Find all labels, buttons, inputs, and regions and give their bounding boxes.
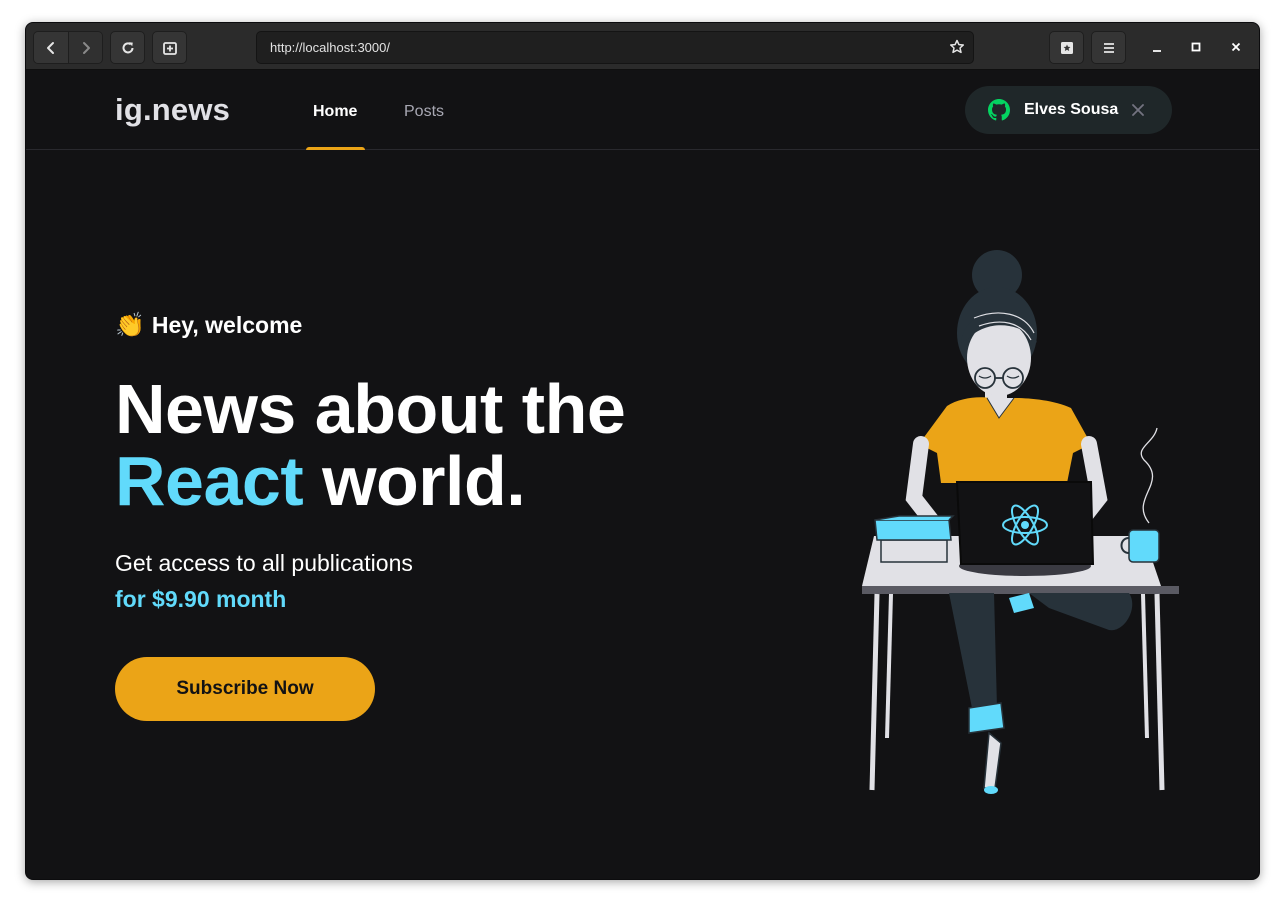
bookmarks-library-icon xyxy=(1060,41,1073,54)
close-window-button[interactable] xyxy=(1226,37,1246,57)
library-button[interactable] xyxy=(1049,31,1084,64)
hero-title-line1: News about the xyxy=(115,370,626,448)
minimize-icon xyxy=(1153,50,1161,52)
maximize-button[interactable] xyxy=(1186,37,1206,57)
browser-window: http://localhost:3000/ ig.news Home Post… xyxy=(25,22,1260,880)
nav-link-posts[interactable]: Posts xyxy=(404,103,444,121)
hero-title-rest: world. xyxy=(303,442,526,520)
user-name: Elves Sousa xyxy=(1024,101,1119,118)
active-nav-indicator xyxy=(306,147,365,150)
reload-icon xyxy=(122,41,133,53)
hero-illustration xyxy=(862,250,1179,794)
site-header: ig.news Home Posts Elves Sousa xyxy=(26,70,1259,150)
maximize-icon xyxy=(1191,42,1201,52)
hero-greeting: 👏 Hey, welcome xyxy=(115,311,302,340)
back-button[interactable] xyxy=(34,32,68,63)
close-icon[interactable] xyxy=(1131,103,1145,117)
url-text: http://localhost:3000/ xyxy=(270,40,390,55)
new-tab-icon xyxy=(162,41,177,55)
clapping-hands-icon: 👏 xyxy=(115,312,145,339)
browser-toolbar: http://localhost:3000/ xyxy=(26,23,1259,70)
chevron-right-icon xyxy=(82,41,90,54)
greeting-text: Hey, welcome xyxy=(151,312,303,338)
minimize-button[interactable] xyxy=(1147,37,1167,57)
close-window-icon xyxy=(1231,42,1241,52)
hero-title-accent: React xyxy=(115,442,304,520)
menu-button[interactable] xyxy=(1091,31,1126,64)
hero-price: for $9.90 month xyxy=(115,586,287,612)
sign-in-github-button[interactable]: Elves Sousa xyxy=(965,86,1172,134)
hero-subtitle: Get access to all publications xyxy=(115,550,413,576)
reload-button[interactable] xyxy=(110,31,145,64)
chevron-left-icon xyxy=(47,41,54,54)
subscribe-button[interactable]: Subscribe Now xyxy=(115,657,375,721)
nav-link-home[interactable]: Home xyxy=(313,103,357,121)
history-nav-group xyxy=(33,31,103,64)
hero-title-line2: React world. xyxy=(115,445,625,517)
star-icon[interactable] xyxy=(949,39,965,55)
new-tab-button[interactable] xyxy=(152,31,187,64)
address-bar[interactable]: http://localhost:3000/ xyxy=(256,31,974,64)
site-logo[interactable]: ig.news xyxy=(115,92,230,128)
hamburger-menu-icon xyxy=(1103,42,1114,53)
github-icon xyxy=(988,99,1010,121)
hero-title: News about the React world. xyxy=(115,370,626,517)
forward-button[interactable] xyxy=(68,32,102,63)
